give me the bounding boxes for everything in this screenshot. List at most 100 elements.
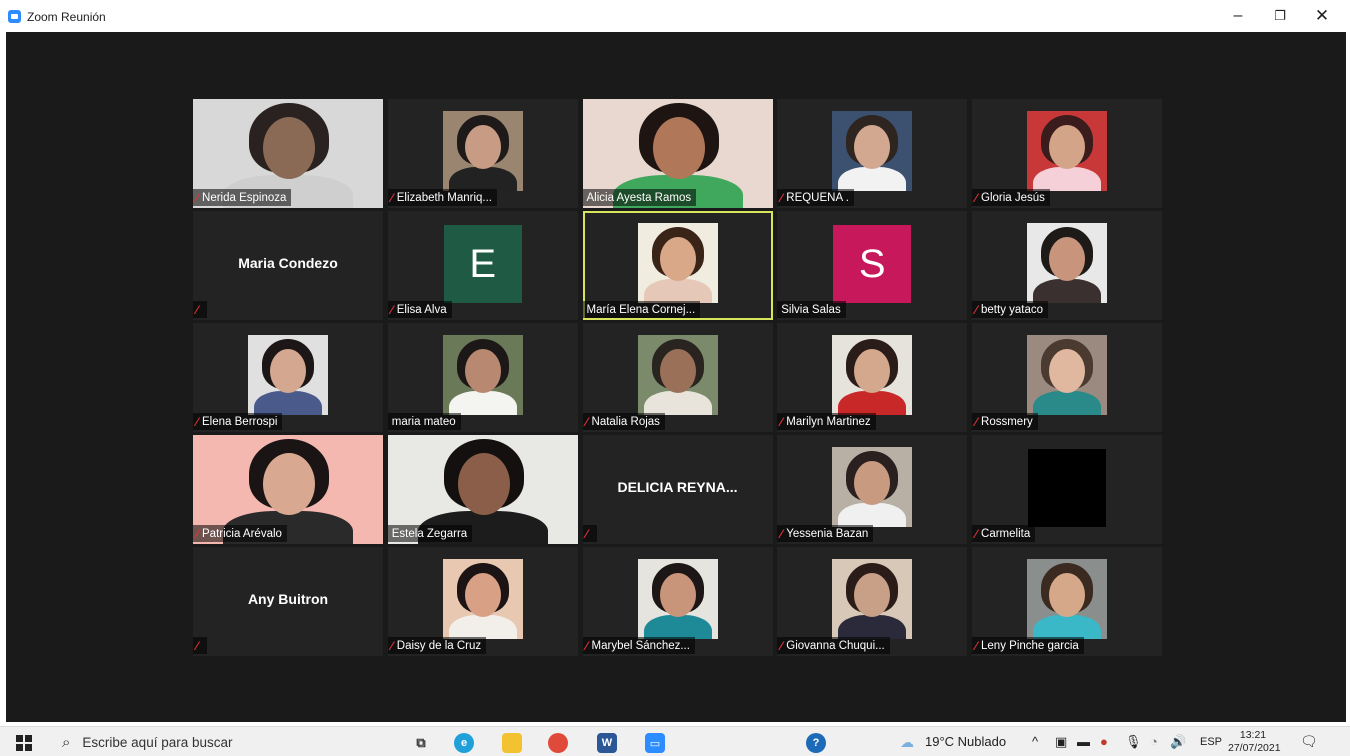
- participant-tile[interactable]: Estela Zegarra: [387, 435, 578, 544]
- participant-name: Nerida Espinoza: [202, 191, 287, 204]
- participant-name: María Elena Cornej...: [586, 303, 696, 316]
- edge-browser-icon[interactable]: e: [454, 733, 474, 753]
- participant-tile[interactable]: María Elena Cornej...: [582, 211, 773, 320]
- participant-namebar: ⁄ Leny Pinche garcia: [972, 637, 1084, 654]
- video-figure: [1049, 573, 1085, 617]
- participant-namebar: ⁄ Marybel Sánchez...: [582, 637, 695, 654]
- participant-tile[interactable]: Alicia Ayesta Ramos: [582, 99, 773, 208]
- microphone-icon[interactable]: 🎙: [1125, 734, 1142, 750]
- search-placeholder: Escribe aquí para buscar: [82, 735, 233, 750]
- close-button[interactable]: ✕: [1302, 4, 1342, 28]
- window-title: Zoom Reunión: [27, 10, 106, 24]
- weather-text[interactable]: 19°C Nublado: [925, 734, 1006, 749]
- antivirus-icon[interactable]: ●: [1100, 734, 1108, 749]
- participant-tile[interactable]: E ⁄ Elisa Alva: [387, 211, 578, 320]
- mic-muted-icon: ⁄: [975, 414, 978, 429]
- word-icon[interactable]: W: [597, 733, 617, 753]
- zoom-taskbar-icon[interactable]: ▭: [645, 733, 665, 753]
- video-figure: [643, 279, 712, 303]
- video-figure: [1033, 279, 1101, 303]
- mic-muted-icon: ⁄: [975, 190, 978, 205]
- participant-tile[interactable]: ⁄ Rossmery: [972, 323, 1162, 432]
- task-view-icon[interactable]: ⧉: [411, 733, 431, 753]
- participant-namebar: ⁄ Elisa Alva: [387, 301, 452, 318]
- mic-muted-icon: ⁄: [196, 302, 199, 317]
- video-figure: [448, 391, 517, 415]
- participant-name: Silvia Salas: [781, 303, 841, 316]
- video-figure: [1049, 349, 1085, 393]
- video-figure: [263, 117, 315, 179]
- participant-tile[interactable]: ⁄ Giovanna Chuqui...: [777, 547, 968, 656]
- participant-name: Elisa Alva: [396, 303, 447, 316]
- participant-tile[interactable]: ⁄ Nerida Espinoza: [193, 99, 383, 208]
- chevron-up-icon[interactable]: ^: [1032, 734, 1038, 749]
- participant-video: [832, 447, 913, 527]
- participant-namebar: maria mateo: [387, 413, 461, 430]
- participant-tile[interactable]: ⁄ Carmelita: [972, 435, 1162, 544]
- mic-muted-icon: ⁄: [780, 190, 783, 205]
- participant-tile[interactable]: ⁄ Marybel Sánchez...: [582, 547, 773, 656]
- video-figure: [854, 573, 891, 617]
- windows-start-icon[interactable]: [16, 735, 32, 751]
- participant-tile[interactable]: ⁄ Patricia Arévalo: [193, 435, 383, 544]
- help-icon[interactable]: ?: [806, 733, 826, 753]
- participant-namebar: ⁄ Elena Berrospi: [193, 413, 283, 430]
- video-figure: [1049, 125, 1085, 169]
- participant-tile[interactable]: ⁄ Elizabeth Manriq...: [387, 99, 578, 208]
- video-figure: [652, 117, 705, 179]
- wifi-icon[interactable]: ◔: [1150, 734, 1158, 749]
- participant-tile[interactable]: DELICIA REYNA... ⁄: [582, 435, 773, 544]
- notifications-icon[interactable]: 🗨3: [1300, 733, 1320, 756]
- participant-tile[interactable]: Any Buitron ⁄: [193, 547, 383, 656]
- participant-video: [637, 559, 718, 639]
- participant-tile[interactable]: ⁄ Elena Berrospi: [193, 323, 383, 432]
- video-figure: [643, 615, 712, 639]
- participant-name: Patricia Arévalo: [202, 527, 282, 540]
- participant-name: Gloria Jesús: [981, 191, 1045, 204]
- battery-icon[interactable]: ▬: [1077, 734, 1090, 749]
- participant-tile[interactable]: S Silvia Salas: [777, 211, 968, 320]
- participant-tile[interactable]: ⁄ Gloria Jesús: [972, 99, 1162, 208]
- participant-video: [1028, 449, 1106, 527]
- participant-tile[interactable]: ⁄ REQUENA .: [777, 99, 968, 208]
- meet-now-icon[interactable]: ▣: [1055, 734, 1067, 750]
- participant-namebar: Alicia Ayesta Ramos: [582, 189, 697, 206]
- participant-tile[interactable]: Maria Condezo ⁄: [193, 211, 383, 320]
- participant-tile[interactable]: ⁄ betty yataco: [972, 211, 1162, 320]
- maximize-button[interactable]: ❐: [1260, 4, 1300, 28]
- file-explorer-icon[interactable]: [502, 733, 522, 753]
- video-figure: [854, 349, 891, 393]
- participant-name: Marybel Sánchez...: [591, 639, 690, 652]
- clock[interactable]: 13:21 27/07/2021: [1228, 729, 1281, 755]
- taskbar-search[interactable]: ⌕ Escribe aquí para buscar: [54, 730, 364, 755]
- participant-display-name: Any Buitron: [247, 591, 329, 607]
- participant-video: [832, 111, 913, 191]
- participant-name: Yessenia Bazan: [786, 527, 869, 540]
- video-figure: [1049, 237, 1085, 281]
- speaker-icon[interactable]: 🔊: [1170, 734, 1186, 750]
- participant-tile[interactable]: ⁄ Leny Pinche garcia: [972, 547, 1162, 656]
- participant-name: betty yataco: [981, 303, 1044, 316]
- video-figure: [854, 125, 891, 169]
- participant-tile[interactable]: ⁄ Marilyn Martinez: [777, 323, 968, 432]
- participant-namebar: Estela Zegarra: [387, 525, 473, 542]
- participant-tile[interactable]: ⁄ Yessenia Bazan: [777, 435, 968, 544]
- participant-video: [637, 223, 718, 303]
- video-figure: [1033, 615, 1101, 639]
- participant-video: [248, 335, 328, 415]
- language-indicator[interactable]: ESP: [1200, 736, 1222, 748]
- video-figure: [643, 391, 712, 415]
- mic-muted-icon: ⁄: [390, 638, 393, 653]
- search-icon: ⌕: [62, 734, 71, 751]
- participant-name: Rossmery: [981, 415, 1033, 428]
- video-figure: [838, 503, 907, 527]
- chrome-icon[interactable]: [548, 733, 568, 753]
- participant-video: [832, 335, 913, 415]
- participant-tile[interactable]: ⁄ Natalia Rojas: [582, 323, 773, 432]
- video-figure: [457, 453, 510, 515]
- video-figure: [1033, 167, 1101, 191]
- participant-tile[interactable]: ⁄ Daisy de la Cruz: [387, 547, 578, 656]
- participant-tile[interactable]: maria mateo: [387, 323, 578, 432]
- mic-muted-icon: ⁄: [390, 302, 393, 317]
- minimize-button[interactable]: –: [1218, 4, 1258, 28]
